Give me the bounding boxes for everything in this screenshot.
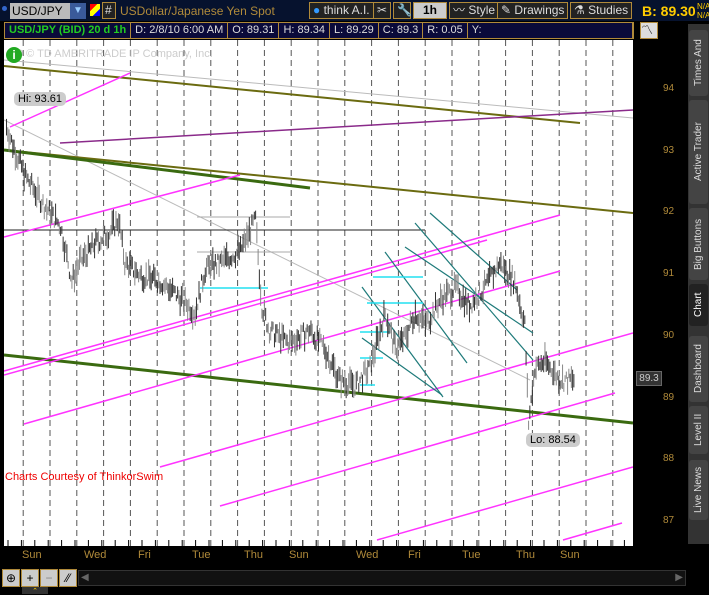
info-low: L: 89.29 [330, 23, 379, 38]
link-dot-icon[interactable] [2, 6, 7, 11]
x-tick-label: Sun [560, 549, 580, 561]
globe-icon: ● [313, 3, 321, 17]
y-tick-label: 90 [663, 329, 675, 341]
na-1: N/A [697, 2, 709, 11]
low-label: Lo: 88.54 [526, 433, 580, 447]
zoom-out-icon[interactable]: − [40, 569, 58, 587]
tools-icon[interactable]: ✂ [373, 2, 391, 19]
trendline-gray [4, 59, 633, 119]
y-tick-label: 88 [663, 453, 675, 465]
trendline-magenta [4, 174, 241, 238]
y-tick-label: 91 [663, 268, 675, 280]
y-tick-label: 94 [663, 83, 675, 94]
pencil-icon: ✎ [501, 3, 512, 17]
hash-button[interactable]: # [102, 2, 116, 19]
tab-dashboard[interactable]: Dashboard [689, 336, 708, 402]
info-y: Y: [468, 23, 633, 38]
side-tabs: Times And Sales Active Trader Big Button… [688, 24, 709, 544]
na-2: N/A [697, 11, 709, 20]
price-axis[interactable] [633, 40, 688, 546]
x-tick-label: Wed [84, 549, 107, 561]
y-tick-label: 89 [663, 391, 675, 403]
symbol-input[interactable]: USD/JPY [10, 3, 70, 19]
drawing-line-icon[interactable]: ⁄⁄ [59, 569, 77, 587]
channel-line-teal [429, 212, 518, 291]
chart-info-bar: USD/JPY (BID) 20 d 1h D: 2/8/10 6:00 AM … [4, 22, 634, 39]
studies-icon: ⚗ [574, 3, 585, 17]
x-tick-label: Tue [462, 549, 481, 561]
chart-settings-icon[interactable]: 〽 [640, 22, 658, 39]
tab-level-ii[interactable]: Level II [689, 406, 708, 454]
chart-title: USD/JPY (BID) 20 d 1h [5, 23, 132, 38]
expand-icon[interactable]: ⌃ [22, 587, 48, 595]
studies-button[interactable]: ⚗ Studies [570, 2, 633, 19]
think-ai-label: think A.I. [323, 3, 370, 17]
info-close: C: 89.3 [379, 23, 424, 38]
y-tick-label: 93 [663, 144, 675, 156]
x-tick-label: Fri [138, 549, 151, 561]
wrench-icon[interactable]: 🔧 [393, 2, 412, 19]
y-tick-label: 92 [663, 206, 675, 218]
studies-label: Studies [588, 3, 629, 17]
info-range: R: 0.05 [423, 23, 468, 38]
trendline-olive [4, 65, 581, 124]
crosshair-icon[interactable]: ⊕ [2, 569, 20, 587]
style-label: Style [468, 3, 496, 17]
info-open: O: 89.31 [228, 23, 280, 38]
x-tick-label: Thu [244, 549, 263, 561]
x-tick-label: Sun [289, 549, 309, 561]
timeframe-button[interactable]: 1h [413, 2, 447, 19]
color-link-icon[interactable] [90, 4, 100, 16]
info-date: D: 2/8/10 6:00 AM [131, 23, 229, 38]
scroll-left-icon[interactable]: ◀ [81, 572, 89, 583]
tab-active-trader[interactable]: Active Trader [689, 100, 708, 204]
trendline-magenta [376, 466, 633, 541]
x-tick-label: Wed [356, 549, 379, 561]
copyright: 9 © TD AMERITRADE IP Company, Inc. [17, 48, 213, 60]
scroll-right-icon[interactable]: ▶ [675, 572, 683, 583]
symbol-dropdown-icon[interactable]: ▼ [70, 3, 86, 19]
symbol-description: USDollar/Japanese Yen Spot [120, 4, 275, 18]
tab-times-and-sales[interactable]: Times And Sales [689, 30, 708, 96]
info-high: H: 89.34 [279, 23, 331, 38]
drawings-button[interactable]: ✎ Drawings [497, 2, 569, 19]
x-tick-label: Tue [192, 549, 211, 561]
horizontal-scrollbar[interactable]: ◀ ▶ [78, 570, 686, 586]
style-button[interactable]: 〰 Style [449, 2, 500, 19]
zoom-in-icon[interactable]: + [21, 569, 39, 587]
x-tick-label: Thu [516, 549, 535, 561]
last-price-marker: 89.3 [636, 371, 662, 386]
high-label: Hi: 93.61 [14, 92, 67, 106]
x-tick-label: Sun [22, 549, 42, 561]
style-icon: 〰 [453, 3, 466, 17]
tab-live-news[interactable]: Live News [689, 460, 708, 520]
toolbar: USD/JPY ▼ # USDollar/Japanese Yen Spot ●… [0, 0, 709, 21]
bid-price: B: 89.30 [642, 3, 696, 19]
tab-chart[interactable]: Chart [689, 284, 708, 326]
x-tick-label: Fri [408, 549, 421, 561]
y-tick-label: 87 [663, 514, 675, 526]
tab-big-buttons[interactable]: Big Buttons [689, 208, 708, 280]
trendline-purple [59, 109, 633, 144]
info-icon[interactable]: i [6, 47, 22, 63]
trendline-magenta [4, 214, 561, 372]
credit-text: Charts Courtesy of ThinkorSwim [5, 471, 164, 483]
think-ai-button[interactable]: ● think A.I. [309, 2, 374, 19]
drawings-label: Drawings [514, 3, 565, 17]
